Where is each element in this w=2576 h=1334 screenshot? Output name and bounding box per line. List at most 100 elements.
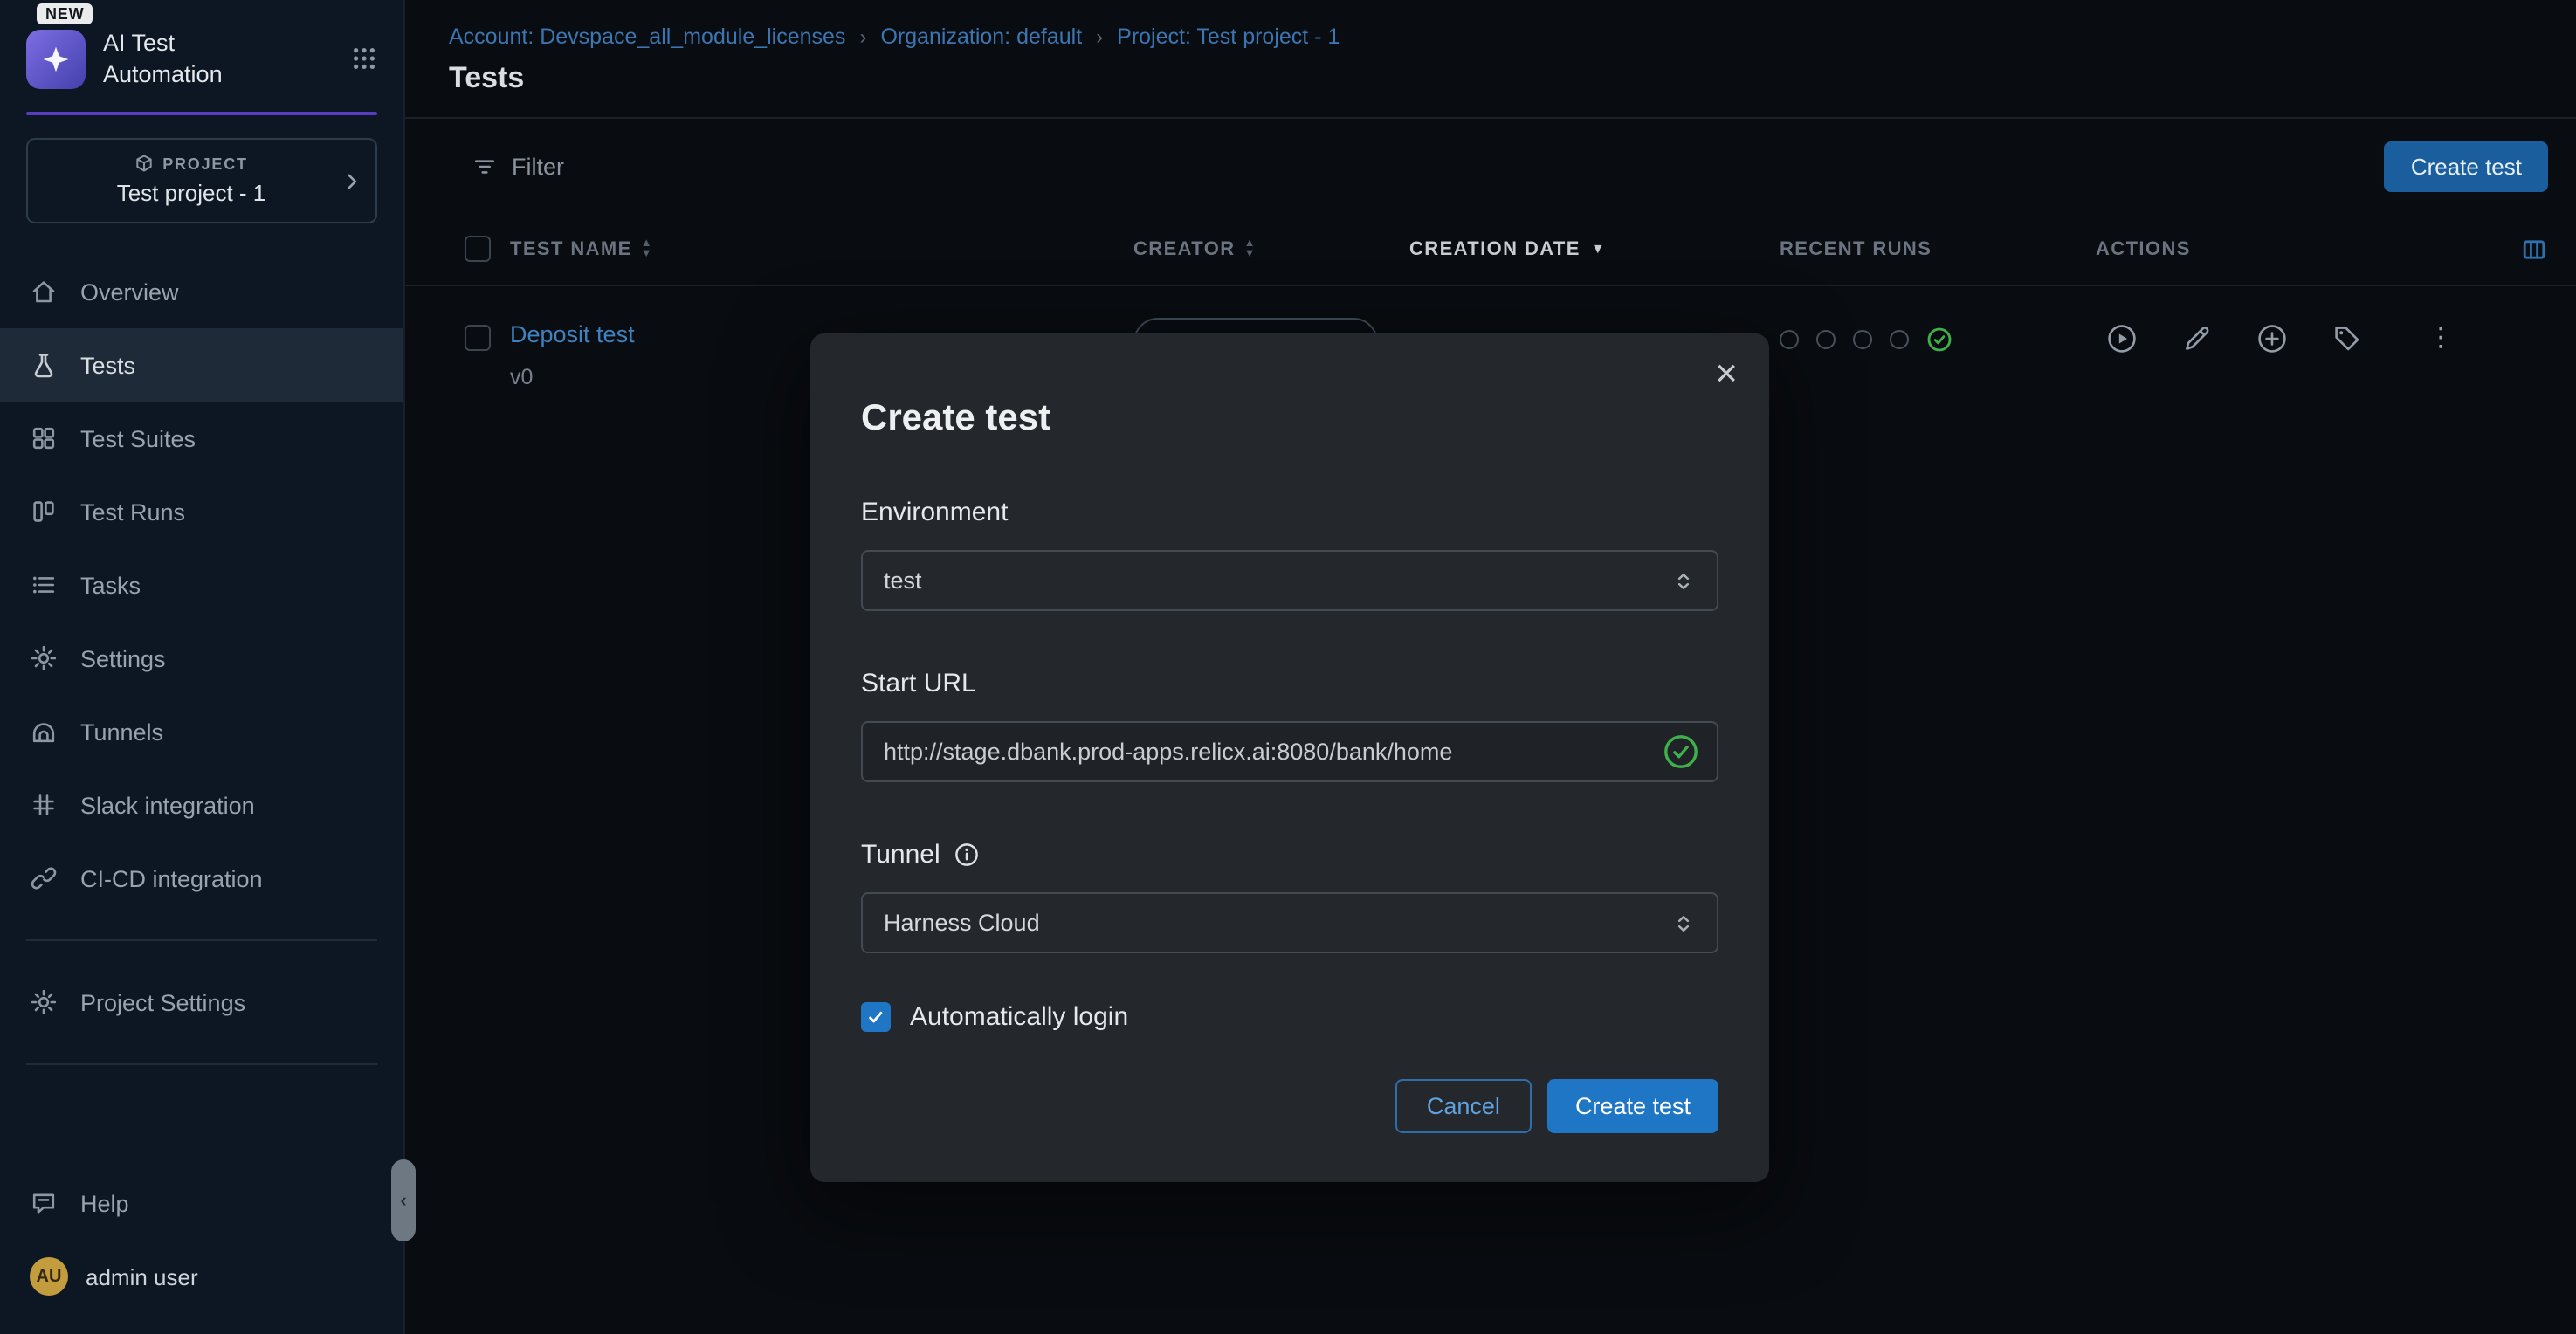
filter-button[interactable]: Filter [472,153,564,179]
sidebar-item-overview[interactable]: Overview [0,255,403,328]
sidebar: NEW AI Test Automation [0,0,405,1334]
breadcrumb-separator: › [1096,24,1103,49]
modal-create-test-button[interactable]: Create test [1547,1079,1718,1133]
breadcrumb-account-link[interactable]: Account: Devspace_all_module_licenses [449,24,845,49]
sidebar-item-tests[interactable]: Tests [0,328,403,402]
apps-grid-button[interactable] [351,45,377,72]
tunnel-icon [30,718,58,746]
run-test-button[interactable] [2106,323,2138,354]
chevron-left-icon: ‹ [400,1190,406,1211]
row-actions: ⋮ [2096,323,2485,354]
sidebar-item-label: Help [80,1190,129,1216]
sidebar-item-label: Settings [80,645,166,671]
sidebar-item-tasks[interactable]: Tasks [0,548,403,622]
modal-title: Create test [861,334,1718,440]
sort-desc-icon: ▼ [1591,241,1606,257]
project-selector[interactable]: PROJECT Test project - 1 [26,138,377,223]
filter-icon [472,153,498,179]
app-root: NEW AI Test Automation [0,0,2576,1334]
sidebar-item-label: Slack integration [80,792,255,818]
column-label: TEST NAME [510,238,632,259]
sidebar-item-label: Project Settings [80,989,245,1015]
more-actions-button[interactable]: ⋮ [2428,323,2454,354]
close-icon[interactable]: × [1715,354,1738,393]
start-url-input[interactable] [884,739,1649,765]
columns-kanban-icon [30,498,58,526]
slack-icon [30,791,58,819]
cancel-button[interactable]: Cancel [1395,1079,1532,1133]
column-label: ACTIONS [2096,238,2191,259]
list-icon [30,571,58,599]
start-url-field [861,721,1718,782]
run-status-dot[interactable] [1780,330,1799,349]
sidebar-item-help[interactable]: Help [0,1166,403,1240]
sidebar-item-test-suites[interactable]: Test Suites [0,402,403,475]
column-label: CREATION DATE [1409,238,1581,259]
sidebar-item-slack-integration[interactable]: Slack integration [0,768,403,842]
chevron-right-icon [341,169,363,192]
sidebar-item-settings[interactable]: Settings [0,622,403,695]
new-badge: NEW [37,3,93,24]
recent-runs-cell [1780,327,2096,353]
app-title-line2: Automation [103,58,223,89]
flask-icon [30,351,58,379]
tag-button[interactable] [2331,323,2363,354]
sidebar-item-tunnels[interactable]: Tunnels [0,695,403,768]
auto-login-label: Automatically login [910,1002,1128,1032]
valid-check-icon [1663,733,1699,770]
link-icon [30,864,58,892]
breadcrumb-project-link[interactable]: Project: Test project - 1 [1117,24,1340,49]
sidebar-item-cicd-integration[interactable]: CI-CD integration [0,842,403,915]
run-status-passed-icon[interactable] [1926,327,1953,353]
toolbar: Filter Create test [405,119,2576,213]
tunnel-label-row: Tunnel [861,840,1718,870]
run-status-dot[interactable] [1816,330,1836,349]
run-status-dot[interactable] [1853,330,1872,349]
edit-pencil-button[interactable] [2181,323,2213,354]
sidebar-bottom: Help AU admin user [0,1166,403,1334]
run-status-dot[interactable] [1890,330,1909,349]
user-menu[interactable]: AU admin user [0,1240,403,1313]
environment-select[interactable]: test [861,550,1718,611]
select-stepper-icon [1671,911,1696,935]
table-header: TEST NAME ▲ ▼ CREATOR ▲ ▼ CREATION DATE … [405,213,2576,286]
column-settings-button[interactable] [2520,235,2548,263]
project-label: PROJECT [162,155,248,172]
create-test-button[interactable]: Create test [2385,141,2548,191]
sidebar-item-label: Tunnels [80,719,163,745]
gear-icon [30,988,58,1016]
sort-icons: ▲ ▼ [1244,238,1257,259]
sidebar-item-label: Test Suites [80,425,196,451]
app-title-line1: AI Test [103,28,223,58]
sidebar-item-label: Overview [80,278,179,305]
sort-desc-icon: ▼ [1244,249,1257,259]
column-header-creator[interactable]: CREATOR ▲ ▼ [1133,238,1409,259]
page-title: Tests [405,49,2576,117]
breadcrumb: Account: Devspace_all_module_licenses › … [405,0,2576,49]
user-name: admin user [86,1263,198,1289]
home-icon [30,278,58,306]
tunnel-select[interactable]: Harness Cloud [861,892,1718,953]
auto-login-checkbox[interactable] [861,1002,891,1032]
column-header-test-name[interactable]: TEST NAME ▲ ▼ [510,238,1133,259]
divider [26,939,377,941]
project-cube-icon [134,154,154,173]
add-plus-button[interactable] [2256,323,2288,354]
tunnel-label: Tunnel [861,840,940,870]
breadcrumb-organization-link[interactable]: Organization: default [880,24,1082,49]
sidebar-item-label: Tasks [80,572,141,598]
environment-value: test [884,567,922,594]
help-chat-icon [30,1189,58,1217]
column-header-creation-date[interactable]: CREATION DATE ▼ [1409,238,1780,259]
sidebar-item-test-runs[interactable]: Test Runs [0,475,403,548]
row-checkbox[interactable] [465,325,491,351]
sort-desc-icon: ▼ [641,249,653,259]
select-all-checkbox[interactable] [465,236,491,262]
logo-icon [40,43,72,74]
sidebar-collapse-handle[interactable]: ‹ [391,1159,416,1241]
sidebar-item-project-settings[interactable]: Project Settings [0,966,403,1039]
grid-icon [30,424,58,452]
info-icon[interactable] [954,842,981,868]
sort-icons: ▲ ▼ [641,238,653,259]
column-label: RECENT RUNS [1780,238,1932,259]
